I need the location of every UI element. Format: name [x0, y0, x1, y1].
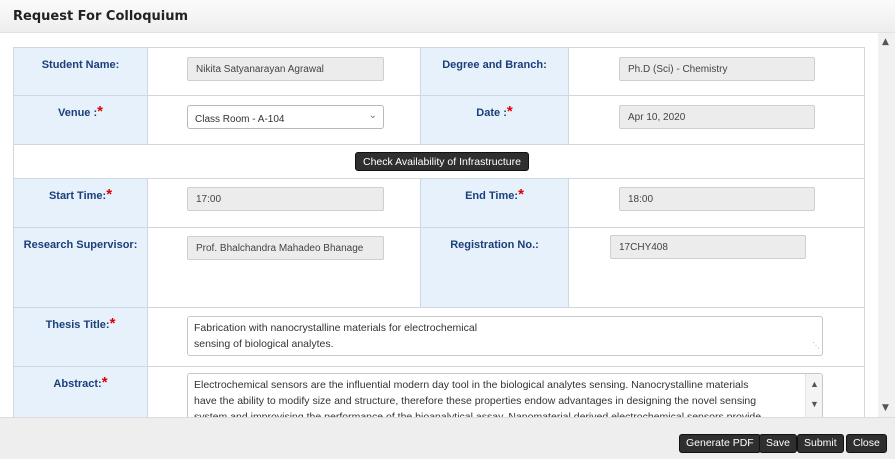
end-time-field[interactable]: 18:00	[619, 187, 815, 211]
resize-grip-icon[interactable]: ⋱	[812, 338, 820, 354]
check-availability-button[interactable]: Check Availability of Infrastructure	[355, 152, 529, 171]
form-scroll-area: Student Name: Nikita Satyanarayan Agrawa…	[0, 33, 895, 417]
row-supervisor: Research Supervisor: Prof. Bhalchandra M…	[13, 227, 865, 307]
thesis-title-cell: Fabrication with nanocrystalline materia…	[148, 308, 864, 366]
venue-label: Venue :*	[14, 96, 148, 144]
start-time-cell: 17:00	[148, 179, 421, 227]
degree-field[interactable]: Ph.D (Sci) - Chemistry	[619, 57, 815, 81]
thesis-title-textarea[interactable]: Fabrication with nanocrystalline materia…	[187, 316, 823, 356]
end-time-label: End Time:*	[421, 179, 569, 227]
dialog-title: Request For Colloquium	[13, 9, 189, 24]
scroll-down-icon[interactable]: ▼	[882, 403, 889, 413]
supervisor-field[interactable]: Prof. Bhalchandra Mahadeo Bhanage	[187, 236, 384, 260]
chevron-up-icon[interactable]: ▲	[810, 376, 819, 392]
end-time-cell: 18:00	[569, 179, 864, 227]
registration-field[interactable]: 17CHY408	[610, 235, 806, 259]
date-cell: Apr 10, 2020	[569, 96, 864, 144]
student-name-cell: Nikita Satyanarayan Agrawal	[148, 48, 421, 95]
supervisor-label: Research Supervisor:	[14, 228, 148, 307]
row-abstract: Abstract:* Electrochemical sensors are t…	[13, 366, 865, 417]
generate-pdf-button[interactable]: Generate PDF	[679, 434, 761, 453]
scroll-up-icon[interactable]: ▲	[882, 37, 889, 47]
student-name-field[interactable]: Nikita Satyanarayan Agrawal	[187, 57, 384, 81]
date-label: Date :*	[421, 96, 569, 144]
student-name-label: Student Name:	[14, 48, 148, 95]
degree-cell: Ph.D (Sci) - Chemistry	[569, 48, 864, 95]
abstract-cell: Electrochemical sensors are the influent…	[148, 367, 864, 417]
venue-select[interactable]: Class Room - A-104 ⌄	[187, 105, 384, 129]
thesis-title-label: Thesis Title:*	[14, 308, 148, 366]
row-venue: Venue :* Class Room - A-104 ⌄ Date :* Ap…	[13, 95, 865, 144]
page-scrollbar[interactable]: ▲ ▼	[878, 33, 895, 417]
chevron-down-icon: ⌄	[368, 110, 377, 121]
venue-cell: Class Room - A-104 ⌄	[148, 96, 421, 144]
dialog-titlebar: Request For Colloquium	[0, 0, 895, 33]
degree-label: Degree and Branch:	[421, 48, 569, 95]
save-button[interactable]: Save	[759, 434, 797, 453]
row-check: Check Availability of Infrastructure	[13, 144, 865, 178]
abstract-textarea[interactable]: Electrochemical sensors are the influent…	[187, 373, 823, 417]
chevron-down-icon[interactable]: ▼	[810, 396, 819, 412]
registration-cell: 17CHY408 +	[569, 228, 864, 307]
start-time-field[interactable]: 17:00	[187, 187, 384, 211]
abstract-label: Abstract:*	[14, 367, 148, 417]
row-student: Student Name: Nikita Satyanarayan Agrawa…	[13, 47, 865, 95]
colloquium-form: Student Name: Nikita Satyanarayan Agrawa…	[13, 47, 865, 417]
date-field[interactable]: Apr 10, 2020	[619, 105, 815, 129]
close-button[interactable]: Close	[846, 434, 887, 453]
row-thesis: Thesis Title:* Fabrication with nanocrys…	[13, 307, 865, 366]
abstract-scrollbar[interactable]: ▲ ▼	[805, 374, 822, 417]
start-time-label: Start Time:*	[14, 179, 148, 227]
supervisor-cell: Prof. Bhalchandra Mahadeo Bhanage	[148, 228, 421, 307]
registration-label: Registration No.:	[421, 228, 569, 307]
dialog-footer: Generate PDF Save Submit Close	[0, 417, 895, 459]
submit-button[interactable]: Submit	[797, 434, 844, 453]
row-time: Start Time:* 17:00 End Time:* 18:00	[13, 178, 865, 227]
